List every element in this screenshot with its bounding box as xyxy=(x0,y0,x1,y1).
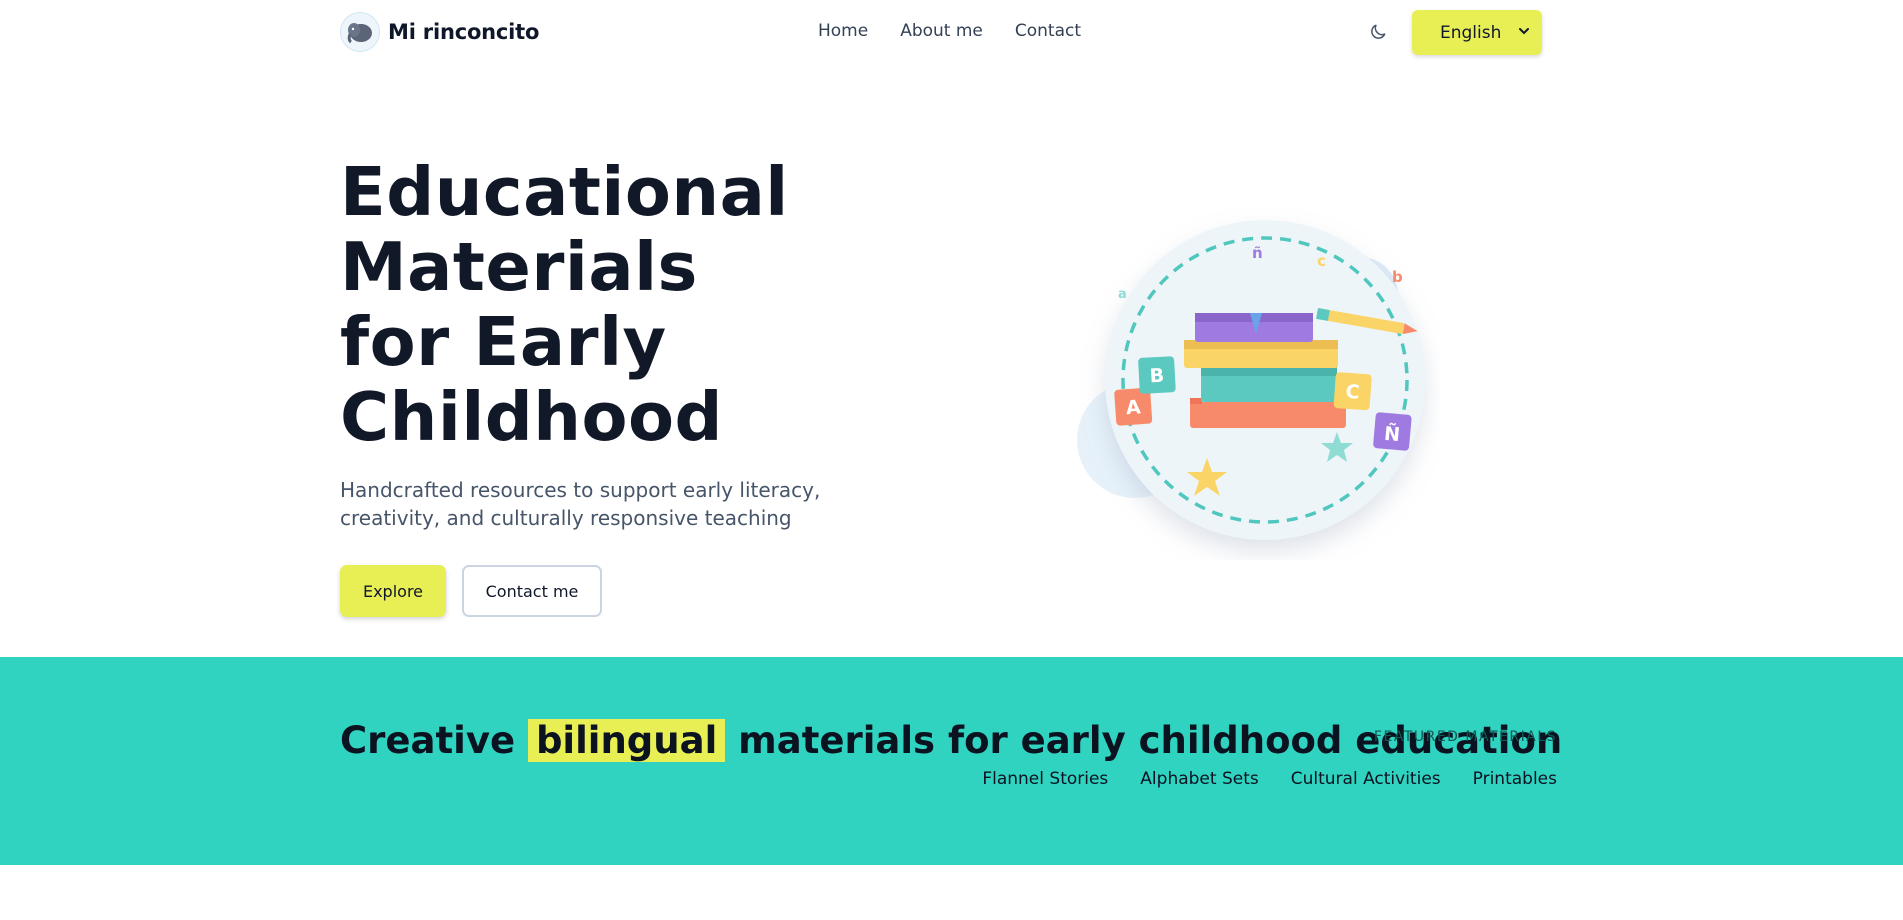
featured-materials-label: FEATURED MATERIALS xyxy=(1373,729,1557,745)
brand[interactable]: Mi rinconcito xyxy=(340,12,539,52)
nav-home[interactable]: Home xyxy=(818,21,868,41)
illustration-letter: A xyxy=(1125,396,1141,419)
illustration-letter: c xyxy=(1317,252,1326,270)
chevron-down-icon xyxy=(1519,28,1529,35)
illustration-letter: Ñ xyxy=(1383,421,1401,446)
featured-band: Creative bilingual materials for early c… xyxy=(0,657,1903,865)
books-illustration: A B C Ñ a ñ c b xyxy=(1070,200,1440,560)
illustration-letter: b xyxy=(1392,268,1403,286)
hero-title-line: Childhood xyxy=(340,378,723,456)
hero-subtitle: Handcrafted resources to support early l… xyxy=(340,478,821,530)
language-select[interactable]: English xyxy=(1412,10,1542,55)
link-cultural-activities[interactable]: Cultural Activities xyxy=(1291,769,1441,789)
hero-title-line: for Early xyxy=(340,303,667,381)
explore-button[interactable]: Explore xyxy=(340,565,446,617)
brand-name: Mi rinconcito xyxy=(388,20,540,44)
theme-toggle-button[interactable] xyxy=(1366,20,1390,44)
contact-me-button[interactable]: Contact me xyxy=(462,565,602,617)
hero-title-line: Educational xyxy=(340,153,789,231)
nav-contact[interactable]: Contact xyxy=(1015,21,1081,41)
band-title-before: Creative xyxy=(340,719,528,762)
moon-icon xyxy=(1371,24,1386,39)
elephant-logo-icon xyxy=(340,12,380,52)
link-printables[interactable]: Printables xyxy=(1473,769,1557,789)
link-flannel-stories[interactable]: Flannel Stories xyxy=(982,769,1108,789)
illustration-letter: ñ xyxy=(1252,244,1263,262)
link-alphabet-sets[interactable]: Alphabet Sets xyxy=(1140,769,1258,789)
featured-links: Flannel Stories Alphabet Sets Cultural A… xyxy=(982,769,1557,789)
hero-title: Educational Materials for Early Childhoo… xyxy=(340,155,789,455)
illustration-letter: B xyxy=(1149,365,1165,388)
language-selected: English xyxy=(1440,22,1502,43)
hero-title-line: Materials xyxy=(340,228,698,306)
illustration-letter: C xyxy=(1345,381,1360,404)
nav-about[interactable]: About me xyxy=(900,21,983,41)
main-nav: Home About me Contact xyxy=(818,21,1081,41)
illustration-letter: a xyxy=(1118,287,1127,302)
band-title-highlight: bilingual xyxy=(527,719,726,762)
site-header: Mi rinconcito Home About me Contact Engl… xyxy=(0,0,1903,66)
